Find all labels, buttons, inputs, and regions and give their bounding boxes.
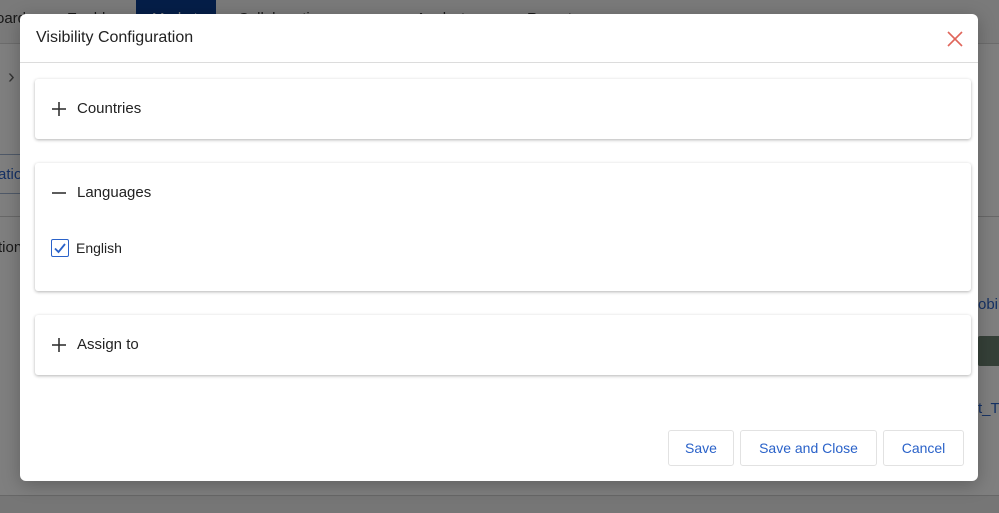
cancel-button[interactable]: Cancel [883, 430, 964, 466]
save-and-close-button[interactable]: Save and Close [740, 430, 877, 466]
close-icon[interactable] [943, 27, 967, 51]
countries-panel-header[interactable]: Countries [35, 79, 971, 139]
plus-icon [51, 101, 67, 117]
modal-title: Visibility Configuration [36, 29, 194, 46]
modal-header: Visibility Configuration [20, 14, 978, 63]
countries-panel: Countries [35, 79, 971, 139]
languages-panel-header[interactable]: Languages [35, 163, 971, 223]
plus-icon [51, 337, 67, 353]
visibility-configuration-modal: Visibility Configuration Countries Langu… [20, 14, 978, 481]
assign-to-panel-label: Assign to [77, 336, 139, 353]
english-checkbox-label: English [76, 240, 122, 256]
minus-icon [51, 185, 67, 201]
languages-panel: Languages English [35, 163, 971, 291]
assign-to-panel: Assign to [35, 315, 971, 375]
languages-panel-label: Languages [77, 184, 152, 201]
countries-panel-label: Countries [77, 100, 142, 117]
save-button[interactable]: Save [668, 430, 734, 466]
english-checkbox[interactable] [51, 239, 69, 257]
assign-to-panel-header[interactable]: Assign to [35, 315, 971, 375]
